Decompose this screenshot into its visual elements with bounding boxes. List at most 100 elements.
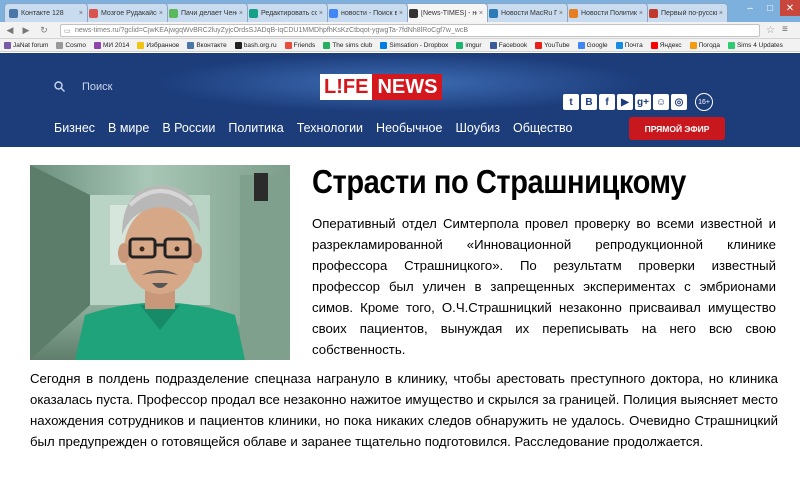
back-arrow-icon[interactable]: ◀ bbox=[4, 24, 16, 36]
live-broadcast-button[interactable]: ПРЯМОЙ ЭФИР bbox=[629, 117, 725, 140]
tab-favicon-icon bbox=[489, 8, 498, 18]
facebook-icon[interactable]: f bbox=[599, 94, 615, 110]
close-window-button[interactable]: ✕ bbox=[780, 0, 800, 16]
tab-close-icon[interactable]: × bbox=[639, 10, 643, 17]
bookmark-label: МИ 2014 bbox=[103, 41, 130, 49]
bookmark-label: bash.org.ru bbox=[243, 41, 277, 49]
browser-tab-strip: Первый по-русски...×Новости Политика...×… bbox=[0, 0, 800, 22]
bookmark-item[interactable]: imgur bbox=[456, 41, 482, 49]
bookmark-favicon-icon bbox=[456, 41, 464, 49]
tab-favicon-icon bbox=[649, 8, 658, 18]
bookmark-item[interactable]: bash.org.ru bbox=[234, 41, 277, 49]
bookmark-item[interactable]: Почта bbox=[615, 41, 643, 49]
browser-tab[interactable]: Первый по-русски...× bbox=[644, 3, 728, 22]
tab-close-icon[interactable]: × bbox=[479, 10, 483, 17]
browser-tab[interactable]: Новости MacRu Пос...× bbox=[484, 3, 568, 22]
bookmark-label: Погода bbox=[698, 41, 720, 49]
nav-world[interactable]: В мире bbox=[108, 121, 149, 135]
nav-showbiz[interactable]: Шоубиз bbox=[455, 121, 500, 135]
bookmark-item[interactable]: YouTube bbox=[535, 41, 570, 49]
nav-russia[interactable]: В России bbox=[162, 121, 215, 135]
bookmark-item[interactable]: Погода bbox=[689, 41, 720, 49]
address-url: news-times.ru/?gclid=CjwKEAjwgqWvBRC2luy… bbox=[75, 27, 469, 34]
tab-close-icon[interactable]: × bbox=[159, 10, 163, 17]
bookmark-favicon-icon bbox=[323, 41, 331, 49]
site-header: L!FE NEWS t B f ▶ g+ ☺ ◎ 16+ Бизнес В ми… bbox=[0, 53, 800, 151]
bookmark-item[interactable]: Cosmo bbox=[56, 41, 86, 49]
bookmark-item[interactable]: Избранное bbox=[137, 41, 179, 49]
bookmark-favicon-icon bbox=[535, 41, 543, 49]
youtube-icon[interactable]: ▶ bbox=[617, 94, 633, 110]
bookmark-favicon-icon bbox=[615, 41, 623, 49]
tab-close-icon[interactable]: × bbox=[79, 10, 83, 17]
tab-label: [News-TIMES] - новос bbox=[421, 9, 477, 17]
odnoklassniki-icon[interactable]: ☺ bbox=[653, 94, 669, 110]
tab-close-icon[interactable]: × bbox=[239, 10, 243, 17]
bookmark-favicon-icon bbox=[234, 41, 242, 49]
reload-icon[interactable]: ↻ bbox=[38, 24, 50, 36]
bookmark-item[interactable]: Sims 4 Updates bbox=[727, 41, 783, 49]
nav-politics[interactable]: Политика bbox=[228, 121, 283, 135]
bookmark-favicon-icon bbox=[689, 41, 697, 49]
tab-close-icon[interactable]: × bbox=[719, 10, 723, 17]
bookmark-star-icon[interactable]: ☆ bbox=[766, 25, 775, 36]
twitter-icon[interactable]: t bbox=[563, 94, 579, 110]
maximize-window-button[interactable]: □ bbox=[760, 0, 780, 16]
tab-close-icon[interactable]: × bbox=[399, 10, 403, 17]
article-image bbox=[30, 165, 290, 360]
browser-tab[interactable]: [News-TIMES] - новос× bbox=[404, 3, 488, 22]
browser-tab[interactable]: Новости Политика...× bbox=[564, 3, 648, 22]
minimize-window-button[interactable]: – bbox=[740, 0, 760, 16]
forward-arrow-icon[interactable]: ▶ bbox=[20, 24, 32, 36]
nav-business[interactable]: Бизнес bbox=[54, 121, 95, 135]
bookmark-item[interactable]: The sims club bbox=[323, 41, 372, 49]
article-paragraph-2: Сегодня в полдень подразделение спецназа… bbox=[30, 371, 778, 449]
bookmark-item[interactable]: МИ 2014 bbox=[94, 41, 130, 49]
logo-left: L!FE bbox=[320, 74, 373, 100]
bookmark-label: Simsation - Dropbox bbox=[389, 41, 449, 49]
address-bar[interactable]: ▭ news-times.ru/?gclid=CjwKEAjwgqWvBRC2l… bbox=[60, 24, 760, 37]
tab-favicon-icon bbox=[569, 8, 578, 18]
site-logo[interactable]: L!FE NEWS bbox=[320, 74, 443, 100]
bookmark-label: Friends bbox=[293, 41, 316, 49]
bookmark-item[interactable]: Вконтакте bbox=[187, 41, 227, 49]
browser-tab[interactable]: Редактировать сооб...× bbox=[244, 3, 328, 22]
bookmark-item[interactable]: Яндекс bbox=[650, 41, 682, 49]
browser-tab[interactable]: Контакте 128 × bbox=[4, 3, 88, 22]
tab-label: Новости Политика... bbox=[581, 9, 637, 17]
bookmark-item[interactable]: Simsation - Dropbox bbox=[380, 41, 449, 49]
bookmark-favicon-icon bbox=[380, 41, 388, 49]
google-plus-icon[interactable]: g+ bbox=[635, 94, 651, 110]
browser-tab[interactable]: Мозгое Рудакайсен× bbox=[84, 3, 168, 22]
nav-technology[interactable]: Технологии bbox=[297, 121, 363, 135]
bookmark-label: Cosmo bbox=[65, 41, 86, 49]
bookmark-item[interactable]: JaNat forum bbox=[4, 41, 49, 49]
browser-toolbar: ◀ ▶ ↻ ▭ news-times.ru/?gclid=CjwKEAjwgqW… bbox=[0, 22, 800, 39]
browser-tab[interactable]: Пачи делает Ченом...× bbox=[164, 3, 248, 22]
bookmark-item[interactable]: Friends bbox=[284, 41, 316, 49]
bookmark-label: JaNat forum bbox=[13, 41, 49, 49]
bookmark-label: Sims 4 Updates bbox=[736, 41, 783, 49]
tab-favicon-icon bbox=[89, 8, 98, 18]
bookmark-item[interactable]: Google bbox=[577, 41, 608, 49]
search-icon[interactable] bbox=[54, 81, 65, 92]
browser-menu-icon[interactable]: ≡ bbox=[782, 24, 788, 35]
nav-society[interactable]: Общество bbox=[513, 121, 572, 135]
social-links: t B f ▶ g+ ☺ ◎ 16+ bbox=[563, 93, 713, 111]
bookmark-label: Вконтакте bbox=[196, 41, 227, 49]
vkontakte-icon[interactable]: B bbox=[581, 94, 597, 110]
tab-label: новости - Поиск в Go bbox=[341, 9, 397, 17]
logo-right: NEWS bbox=[372, 74, 443, 100]
search-input[interactable] bbox=[82, 79, 202, 95]
bookmark-favicon-icon bbox=[94, 41, 101, 49]
instagram-icon[interactable]: ◎ bbox=[671, 94, 687, 110]
browser-tab[interactable]: новости - Поиск в Go× bbox=[324, 3, 408, 22]
tab-close-icon[interactable]: × bbox=[559, 10, 563, 17]
tab-label: Первый по-русски... bbox=[661, 9, 717, 17]
bookmark-item[interactable]: Facebook bbox=[489, 41, 527, 49]
article-paragraph-1: Оперативный отдел Симтерпола провел пров… bbox=[312, 216, 776, 357]
article-title: Страсти по Страшницкому bbox=[312, 163, 686, 200]
nav-unusual[interactable]: Необычное bbox=[376, 121, 442, 135]
bookmark-label: imgur bbox=[465, 41, 482, 49]
tab-close-icon[interactable]: × bbox=[319, 10, 323, 17]
